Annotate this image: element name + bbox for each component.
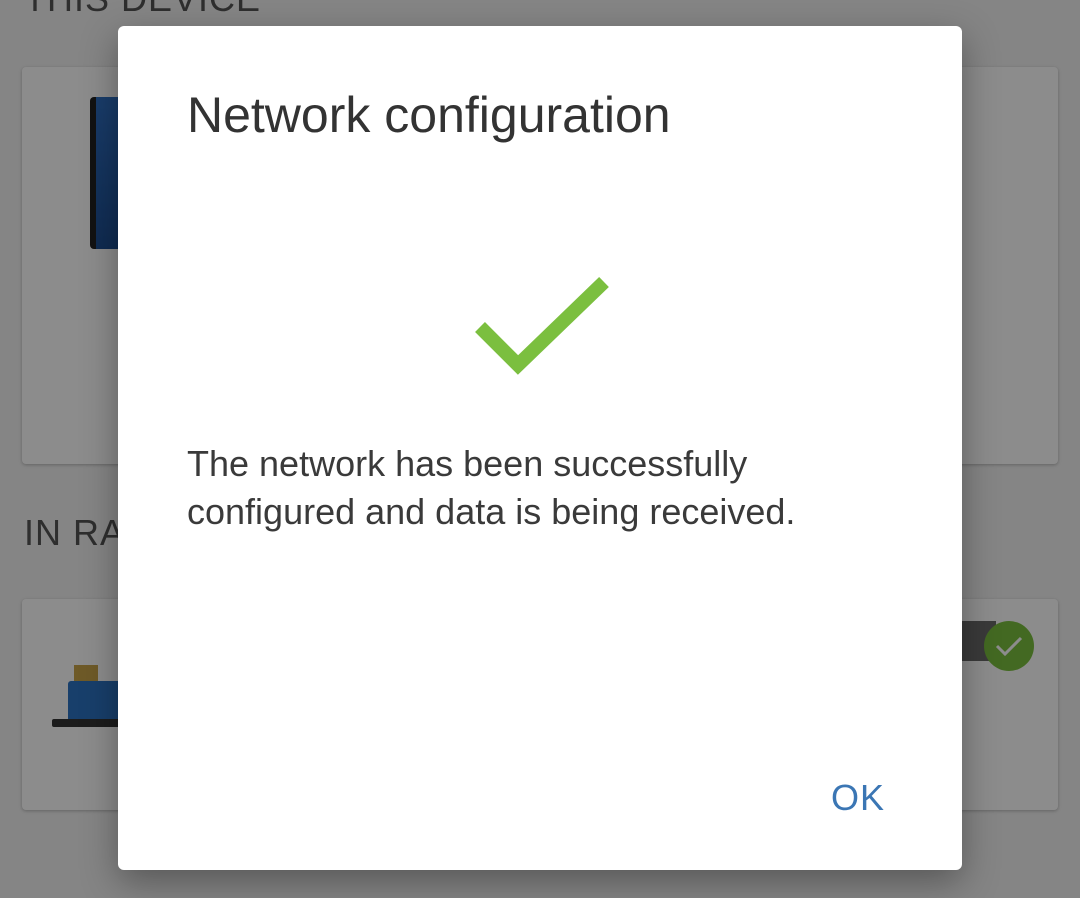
dialog-message: The network has been successfully config… — [187, 443, 796, 532]
ok-button[interactable]: OK — [808, 766, 908, 830]
checkmark-icon — [470, 272, 610, 382]
network-configuration-dialog: Network configuration The network has be… — [118, 26, 962, 870]
dialog-title: Network configuration — [187, 87, 671, 143]
